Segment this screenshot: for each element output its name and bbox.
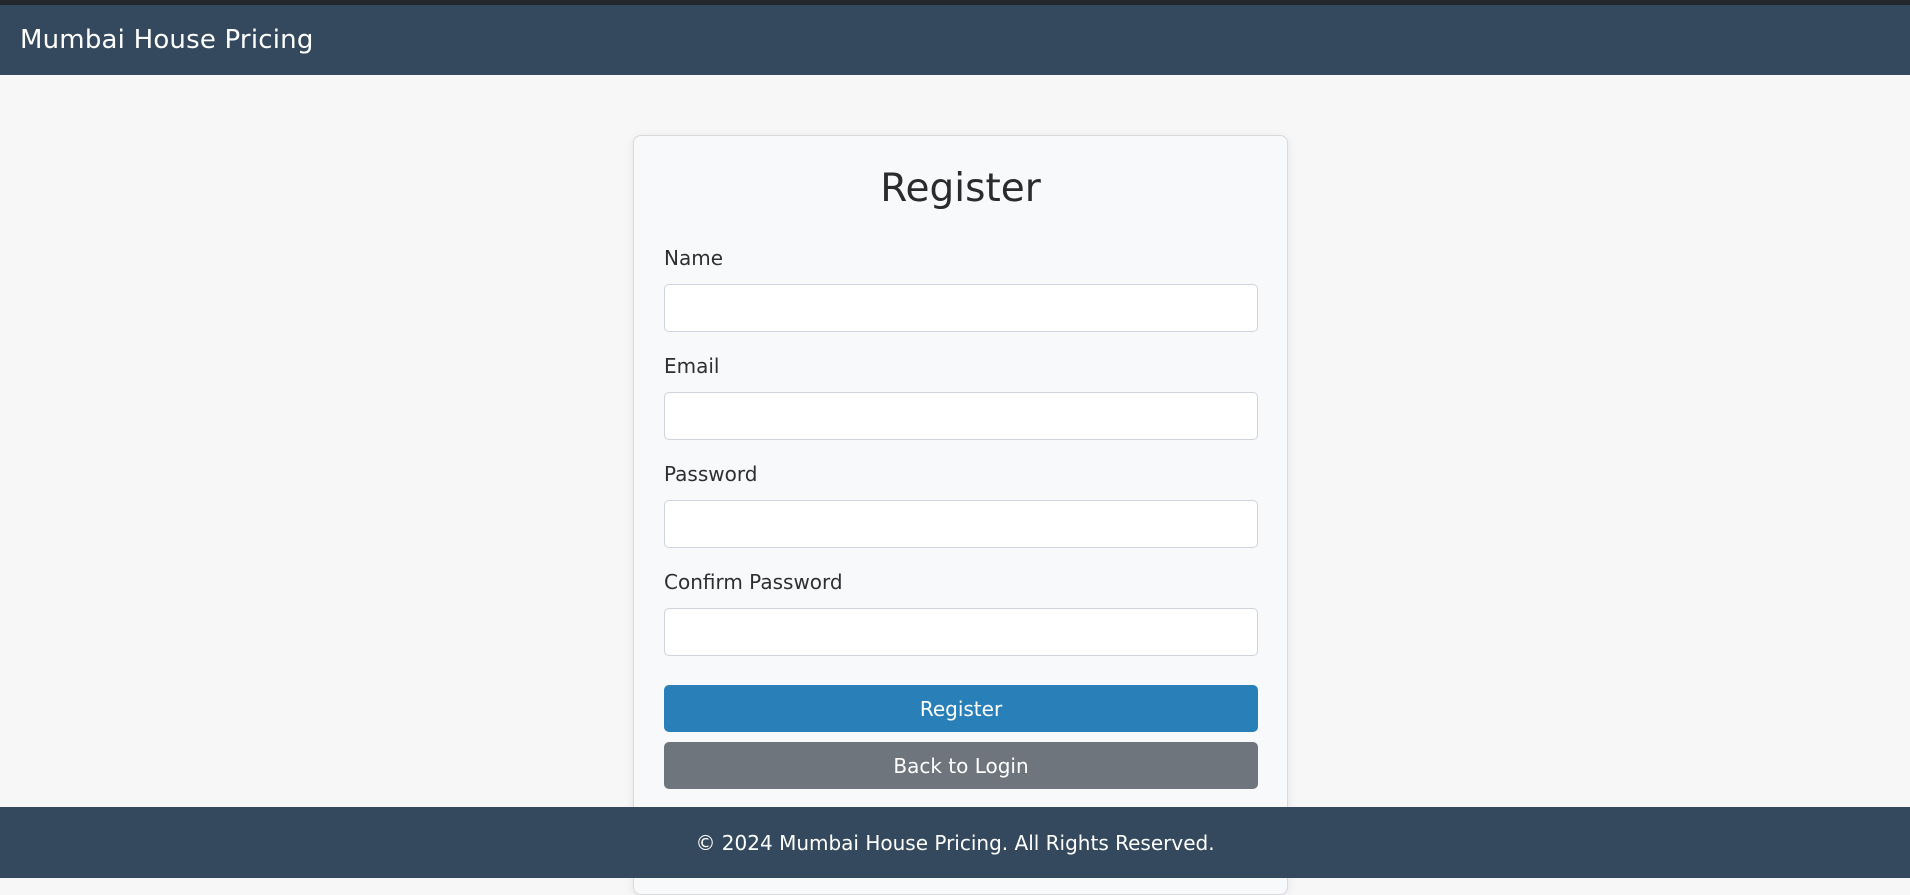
brand-link[interactable]: Mumbai House Pricing	[20, 25, 314, 55]
footer: © 2024 Mumbai House Pricing. All Rights …	[0, 807, 1910, 878]
email-label: Email	[664, 354, 720, 378]
password-input[interactable]	[664, 500, 1258, 548]
register-card: Register Name Email Password Confirm Pas…	[633, 135, 1288, 895]
email-input[interactable]	[664, 392, 1258, 440]
register-button[interactable]: Register	[664, 685, 1258, 732]
confirm-password-label: Confirm Password	[664, 570, 843, 594]
password-label: Password	[664, 462, 758, 486]
name-input[interactable]	[664, 284, 1258, 332]
name-label: Name	[664, 246, 724, 270]
footer-copyright: © 2024 Mumbai House Pricing. All Rights …	[695, 830, 1215, 855]
page-title: Register	[880, 166, 1041, 211]
back-to-login-button[interactable]: Back to Login	[664, 742, 1258, 789]
confirm-password-input[interactable]	[664, 608, 1258, 656]
navbar: Mumbai House Pricing	[0, 5, 1910, 75]
